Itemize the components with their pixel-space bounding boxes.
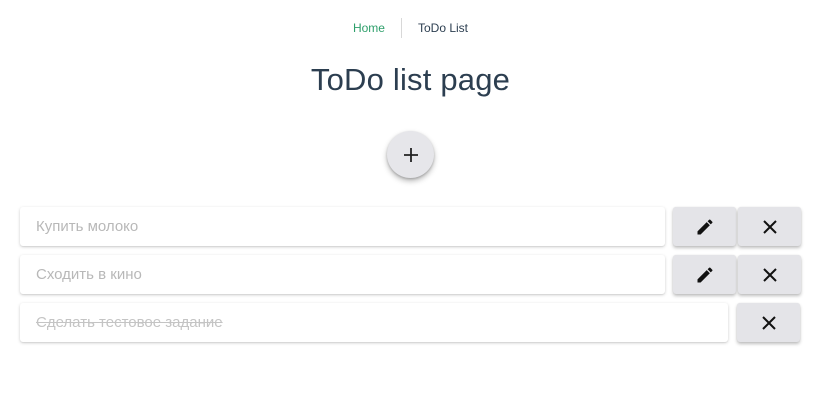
- pencil-icon: [697, 218, 713, 234]
- todo-item: [20, 207, 801, 247]
- todo-page: Home ToDo List ToDo list page: [0, 0, 821, 415]
- plus-icon: [403, 147, 418, 162]
- pencil-icon: [697, 266, 713, 282]
- top-nav: Home ToDo List: [0, 18, 821, 38]
- edit-todo-button[interactable]: [673, 207, 736, 246]
- add-todo-button[interactable]: [387, 131, 434, 178]
- close-icon: [762, 219, 777, 234]
- nav-current-item[interactable]: ToDo List: [402, 19, 484, 37]
- close-icon: [762, 267, 777, 282]
- close-icon: [761, 315, 776, 330]
- todo-field[interactable]: [20, 207, 665, 246]
- todo-item: [20, 255, 801, 295]
- todo-input[interactable]: [36, 218, 649, 235]
- todo-field[interactable]: [20, 255, 665, 294]
- nav-home-link[interactable]: Home: [337, 19, 401, 37]
- delete-todo-button[interactable]: [737, 303, 800, 342]
- delete-todo-button[interactable]: [738, 255, 801, 294]
- todo-input[interactable]: [36, 314, 712, 331]
- delete-todo-button[interactable]: [738, 207, 801, 246]
- todo-field[interactable]: [20, 303, 728, 342]
- edit-todo-button[interactable]: [673, 255, 736, 294]
- todo-input[interactable]: [36, 266, 649, 283]
- todo-item-completed: [20, 303, 801, 343]
- page-title: ToDo list page: [310, 62, 511, 97]
